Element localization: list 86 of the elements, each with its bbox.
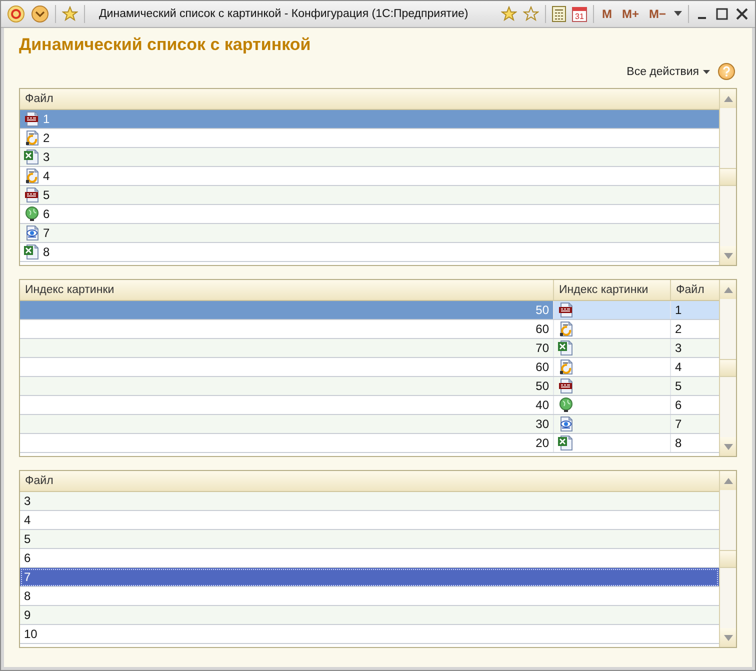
scroll-down-icon[interactable]: [724, 444, 732, 450]
table-cell: 30: [536, 417, 549, 431]
memory-button[interactable]: M+: [620, 7, 641, 21]
scroll-down-icon[interactable]: [724, 634, 732, 640]
scroll-thumb[interactable]: [720, 359, 736, 377]
menu-icon[interactable]: [31, 5, 49, 23]
table-cell: 20: [536, 436, 549, 450]
table-cell: 10: [24, 627, 38, 641]
caret-icon: [703, 70, 710, 74]
table-cell: 2: [675, 322, 682, 336]
table-cell: 7: [675, 417, 682, 431]
scroll-up-icon[interactable]: [724, 286, 732, 292]
scrollbar[interactable]: [719, 89, 736, 265]
table-cell: 7: [43, 226, 50, 240]
table-row[interactable]: 6: [20, 205, 719, 224]
table-cell: 50: [536, 379, 549, 393]
table-row[interactable]: 50 1: [20, 301, 719, 320]
table-row[interactable]: 20 8: [20, 434, 719, 453]
maximize-icon[interactable]: [715, 7, 729, 21]
table-cell: 3: [675, 341, 682, 355]
calculator-icon[interactable]: [552, 6, 566, 22]
table-cell: 60: [536, 360, 549, 374]
table-cell: 3: [24, 494, 31, 508]
memory-button[interactable]: M−: [646, 7, 668, 21]
table-row[interactable]: 9: [20, 606, 719, 625]
column-header[interactable]: Файл: [20, 89, 719, 109]
window-title: Динамический список с картинкой - Конфигурация (1С:Предприятие): [99, 8, 468, 20]
scrollbar[interactable]: [719, 280, 736, 456]
star-icon[interactable]: [522, 6, 539, 22]
table-cell: 6: [675, 398, 682, 412]
table-cell: 3: [43, 150, 50, 164]
scrollbar[interactable]: [719, 471, 736, 647]
memory-button[interactable]: M: [600, 7, 614, 21]
table-row[interactable]: 60 2: [20, 320, 719, 339]
table-cell: 8: [24, 589, 31, 603]
column-header[interactable]: Индекс картинки: [20, 280, 554, 300]
table-cell: 6: [24, 551, 31, 565]
table-cell: 4: [43, 169, 50, 183]
table-cell: 50: [536, 303, 549, 317]
form-title: Динамический список с картинкой: [19, 35, 312, 55]
scroll-up-icon[interactable]: [724, 478, 732, 484]
help-button[interactable]: [718, 63, 735, 80]
column-header[interactable]: Файл: [671, 280, 719, 300]
scroll-thumb[interactable]: [720, 168, 736, 186]
table-row[interactable]: 50 5: [20, 377, 719, 396]
table-cell: 9: [24, 608, 31, 622]
table-row[interactable]: 7: [20, 568, 719, 587]
all-actions-button[interactable]: Все действия: [626, 66, 710, 78]
table-cell: 5: [43, 188, 50, 202]
table-cell: 70: [536, 341, 549, 355]
table-cell: 1: [43, 112, 50, 126]
table-row[interactable]: 60 4: [20, 358, 719, 377]
table-cell: 60: [536, 322, 549, 336]
star-icon[interactable]: [62, 6, 78, 22]
table-row[interactable]: 30 7: [20, 415, 719, 434]
table-row[interactable]: 5: [20, 186, 719, 205]
column-header[interactable]: Индекс картинки: [554, 280, 671, 300]
table-cell: 6: [43, 207, 50, 221]
table-row[interactable]: 3: [20, 492, 719, 511]
table-cell: 1: [675, 303, 682, 317]
scroll-thumb[interactable]: [720, 550, 736, 568]
table-row[interactable]: 8: [20, 243, 719, 262]
table-cell: 40: [536, 398, 549, 412]
table-row[interactable]: 2: [20, 129, 719, 148]
table-row[interactable]: 7: [20, 224, 719, 243]
table-row[interactable]: 4: [20, 167, 719, 186]
table-row[interactable]: 3: [20, 148, 719, 167]
table-row[interactable]: 40 6: [20, 396, 719, 415]
table-row[interactable]: 70 3: [20, 339, 719, 358]
table-cell: 7: [24, 570, 31, 584]
table-cell: 5: [675, 379, 682, 393]
table-cell: 4: [675, 360, 682, 374]
caret-icon[interactable]: [674, 11, 682, 17]
table-cell: 2: [43, 131, 50, 145]
calendar-button[interactable]: 31: [572, 6, 587, 22]
table-cell: 4: [24, 513, 31, 527]
table-row[interactable]: 5: [20, 530, 719, 549]
table-cell: 8: [675, 436, 682, 450]
scroll-down-icon[interactable]: [724, 252, 732, 258]
table-cell: 5: [24, 532, 31, 546]
close-icon[interactable]: [735, 7, 749, 21]
app-logo-icon[interactable]: [7, 5, 25, 23]
table-cell: 8: [43, 245, 50, 259]
column-header[interactable]: Файл: [20, 471, 719, 491]
star-icon[interactable]: [500, 6, 517, 22]
scroll-up-icon[interactable]: [724, 96, 732, 102]
